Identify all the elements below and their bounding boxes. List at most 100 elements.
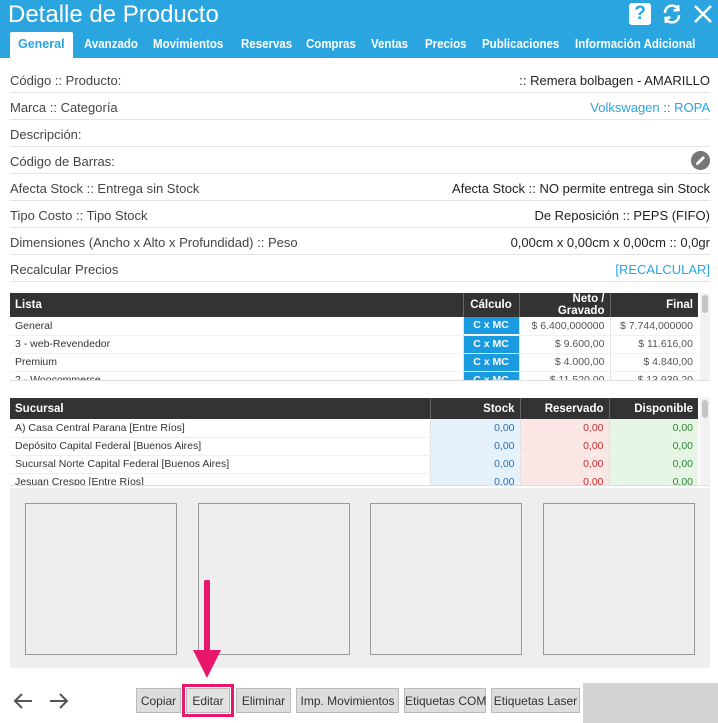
field-label: Afecta Stock :: Entrega sin Stock xyxy=(10,181,200,196)
field-value: 0,00cm x 0,00cm x 0,00cm :: 0,0gr xyxy=(510,235,710,250)
field-codigo-producto: Código :: Producto: :: Remera bolbagen -… xyxy=(10,66,710,93)
field-value: De Reposición :: PEPS (FIFO) xyxy=(534,208,710,223)
column-header-stock[interactable]: Stock xyxy=(429,398,520,419)
column-header-disponible[interactable]: Disponible xyxy=(608,398,698,419)
footer-filler xyxy=(583,683,718,723)
scroll-thumb[interactable] xyxy=(702,400,708,418)
tab-informacion-adicional[interactable]: Información Adicional xyxy=(575,32,695,58)
tab-bar: General Avanzado Movimientos Reservas Co… xyxy=(0,32,718,58)
price-final: $ 7.744,000000 xyxy=(609,317,698,336)
table-row[interactable]: A) Casa Central Parana [Entre Ríos] 0,00… xyxy=(10,419,698,438)
field-codigo-barras: Código de Barras: xyxy=(10,147,710,174)
field-label: Código de Barras: xyxy=(10,154,115,169)
available-value: 0,00 xyxy=(608,419,698,438)
tab-avanzado[interactable]: Avanzado xyxy=(84,32,138,58)
field-tipo-costo: Tipo Costo :: Tipo Stock De Reposición :… xyxy=(10,201,710,228)
price-list-name: Premium xyxy=(10,353,463,372)
column-header-reservado[interactable]: Reservado xyxy=(519,398,609,419)
field-separator: :: xyxy=(659,100,675,115)
tab-ventas[interactable]: Ventas xyxy=(371,32,408,58)
tab-publicaciones[interactable]: Publicaciones xyxy=(482,32,559,58)
table-row[interactable]: 2 - Woocommerce C x MC $ 11.520,00 $ 13.… xyxy=(10,371,698,380)
footer-toolbar: Copiar Editar Eliminar Imp. Movimientos … xyxy=(0,680,718,723)
tab-movimientos[interactable]: Movimientos xyxy=(153,32,223,58)
etiquetas-laser-button[interactable]: Etiquetas Laser xyxy=(491,688,580,713)
tab-reservas[interactable]: Reservas xyxy=(241,32,292,58)
column-header-lista[interactable]: Lista xyxy=(10,293,463,317)
column-header-neto[interactable]: Neto / Gravado xyxy=(518,293,610,317)
calc-badge: C x MC xyxy=(464,353,519,370)
branch-name: Depósito Capital Federal [Buenos Aires] xyxy=(10,437,430,456)
scroll-thumb[interactable] xyxy=(702,295,708,313)
calc-badge: C x MC xyxy=(464,371,519,380)
available-value: 0,00 xyxy=(608,455,698,474)
arrow-left-icon[interactable] xyxy=(12,690,34,712)
price-list-name: 2 - Woocommerce xyxy=(10,371,463,380)
price-list-name: General xyxy=(10,317,463,336)
table-row[interactable]: Sucursal Norte Capital Federal [Buenos A… xyxy=(10,455,698,474)
branch-name: Sucursal Norte Capital Federal [Buenos A… xyxy=(10,455,430,474)
table-row[interactable]: Jesuan Crespo [Entre Ríos] 0,00 0,00 0,0… xyxy=(10,473,698,485)
stock-table: Sucursal Stock Reservado Disponible A) C… xyxy=(10,398,710,486)
price-final: $ 11.616,00 xyxy=(609,335,698,354)
stock-scrollbar[interactable] xyxy=(700,398,710,485)
image-slot[interactable] xyxy=(370,503,522,655)
calc-badge: C x MC xyxy=(464,317,519,334)
window-title: Detalle de Producto xyxy=(8,1,219,28)
product-images-area xyxy=(10,488,710,668)
table-row[interactable]: General C x MC $ 6.400,000000 $ 7.744,00… xyxy=(10,317,698,336)
image-slot[interactable] xyxy=(543,503,695,655)
table-row[interactable]: 3 - web-Revendedor C x MC $ 9.600,00 $ 1… xyxy=(10,335,698,354)
field-descripcion: Descripción: xyxy=(10,120,710,147)
field-value: Volkswagen :: ROPA xyxy=(590,100,710,115)
copiar-button[interactable]: Copiar xyxy=(136,688,181,713)
price-neto: $ 6.400,000000 xyxy=(518,317,610,336)
imp-movimientos-button[interactable]: Imp. Movimientos xyxy=(296,688,399,713)
tab-compras[interactable]: Compras xyxy=(306,32,356,58)
stock-value: 0,00 xyxy=(429,437,520,456)
close-icon[interactable] xyxy=(692,3,714,25)
eliminar-button[interactable]: Eliminar xyxy=(236,688,291,713)
refresh-icon[interactable] xyxy=(661,3,683,25)
tab-general[interactable]: General xyxy=(10,32,73,58)
reserved-value: 0,00 xyxy=(519,437,609,456)
category-link[interactable]: ROPA xyxy=(674,100,710,115)
reserved-value: 0,00 xyxy=(519,419,609,438)
price-final: $ 4.840,00 xyxy=(609,353,698,372)
column-header-sucursal[interactable]: Sucursal xyxy=(10,398,430,419)
column-header-calculo[interactable]: Cálculo xyxy=(462,293,519,317)
brand-link[interactable]: Volkswagen xyxy=(590,100,659,115)
stock-value: 0,00 xyxy=(429,473,520,485)
price-neto: $ 11.520,00 xyxy=(518,371,610,380)
tab-precios[interactable]: Precios xyxy=(425,32,467,58)
price-final: $ 13.939,20 xyxy=(609,371,698,380)
field-recalcular: Recalcular Precios [RECALCULAR] xyxy=(10,255,710,282)
stock-value: 0,00 xyxy=(429,419,520,438)
reserved-value: 0,00 xyxy=(519,455,609,474)
field-afecta-stock: Afecta Stock :: Entrega sin Stock Afecta… xyxy=(10,174,710,201)
field-label: Marca :: Categoría xyxy=(10,100,118,115)
field-dimensiones: Dimensiones (Ancho x Alto x Profundidad)… xyxy=(10,228,710,255)
annotation-arrow-icon xyxy=(193,580,221,678)
field-label: Descripción: xyxy=(10,127,82,142)
stock-value: 0,00 xyxy=(429,455,520,474)
help-icon[interactable]: ? xyxy=(629,3,651,25)
arrow-right-icon[interactable] xyxy=(48,690,70,712)
etiquetas-com-button[interactable]: Etiquetas COM xyxy=(404,688,486,713)
prices-table: Lista Cálculo Neto / Gravado Final Gener… xyxy=(10,293,710,381)
table-row[interactable]: Premium C x MC $ 4.000,00 $ 4.840,00 xyxy=(10,353,698,372)
branch-name: Jesuan Crespo [Entre Ríos] xyxy=(10,473,430,485)
editar-button[interactable]: Editar xyxy=(182,684,234,717)
image-slot[interactable] xyxy=(25,503,177,655)
available-value: 0,00 xyxy=(608,437,698,456)
column-header-final[interactable]: Final xyxy=(609,293,698,317)
product-fields: Código :: Producto: :: Remera bolbagen -… xyxy=(10,66,710,282)
field-marca-categoria: Marca :: Categoría Volkswagen :: ROPA xyxy=(10,93,710,120)
recalcular-link[interactable]: [RECALCULAR] xyxy=(615,262,710,277)
table-row[interactable]: Depósito Capital Federal [Buenos Aires] … xyxy=(10,437,698,456)
field-value: Afecta Stock :: NO permite entrega sin S… xyxy=(452,181,710,196)
pencil-icon[interactable] xyxy=(691,151,710,170)
prices-scrollbar[interactable] xyxy=(700,293,710,380)
field-label: Recalcular Precios xyxy=(10,262,119,277)
calc-badge: C x MC xyxy=(464,335,519,352)
